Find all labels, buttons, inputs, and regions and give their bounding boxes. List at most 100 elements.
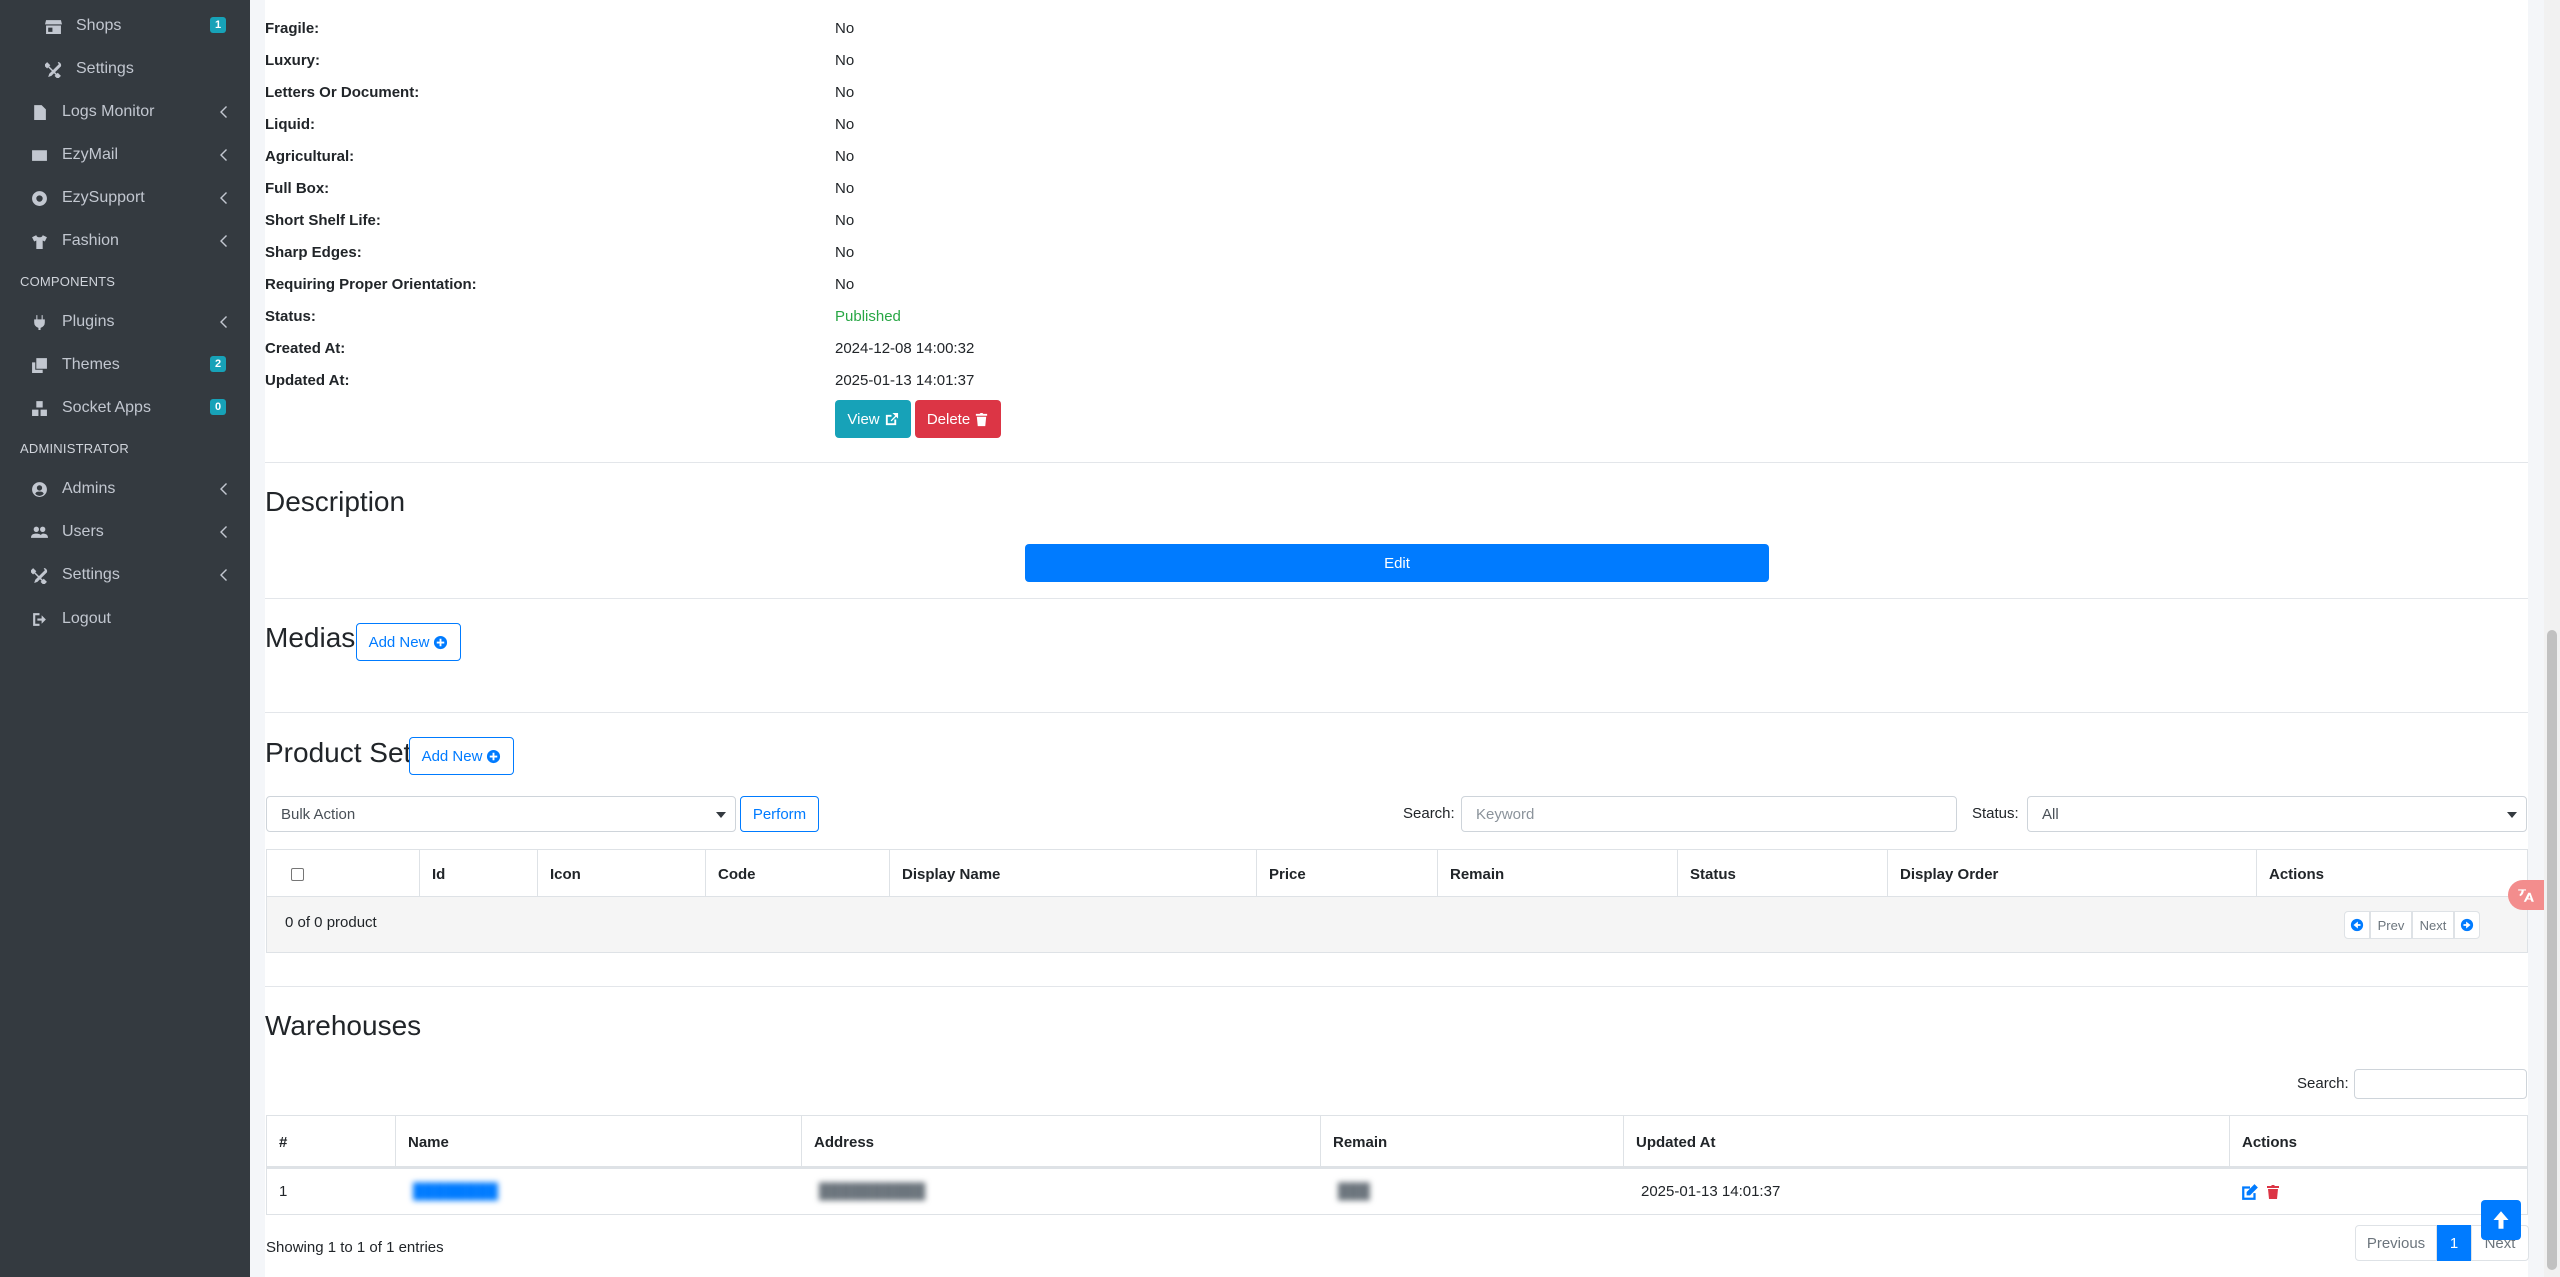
tshirt-icon [28,232,50,250]
chevron-left-icon [218,568,228,582]
column-header[interactable]: # [267,1116,395,1168]
sign-out-icon [28,610,50,628]
divider [265,598,2528,599]
warehouse-updated-at: 2025-01-13 14:01:37 [1641,1182,1781,1200]
sidebar-item-logs-monitor[interactable]: Logs Monitor [0,92,250,132]
select-all-cell [267,850,419,898]
column-header[interactable]: Actions [2229,1116,2527,1168]
sidebar-item-ezymail[interactable]: EzyMail [0,135,250,175]
chevron-left-icon [218,234,228,248]
sidebar-item-label: Logout [62,610,111,627]
back-to-top-button[interactable] [2481,1200,2521,1240]
sidebar-item-label: Settings [76,60,134,77]
nav-header-components: COMPONENTS [20,274,116,289]
nav-header-administrator: ADMINISTRATOR [20,441,130,456]
tools-icon [42,60,64,78]
column-header[interactable]: Code [705,850,889,898]
column-header[interactable]: Icon [537,850,705,898]
external-link-icon [885,412,898,425]
sidebar-item-themes[interactable]: Themes 2 [0,345,250,385]
view-button[interactable]: View [835,400,911,438]
sidebar: Shops 1 Settings Logs Monitor EzyMail Ez… [0,0,250,1277]
accessibility-widget[interactable] [2508,880,2544,910]
column-header[interactable]: Name [395,1116,801,1168]
scrollbar[interactable] [2544,0,2560,1277]
column-header[interactable]: Id [419,850,537,898]
sidebar-item-label: Users [62,523,104,540]
chevron-left-icon [218,525,228,539]
sidebar-item-fashion[interactable]: Fashion [0,221,250,261]
table-row: 1 ████████ ██████████ ███ 2025-01-13 14:… [266,1167,2528,1215]
sidebar-item-label: Shops [76,17,122,34]
sidebar-item-plugins[interactable]: Plugins [0,302,250,342]
previous-page-button[interactable]: Previous [2355,1225,2437,1261]
row-index: 1 [279,1182,288,1200]
count-badge: 2 [210,356,226,372]
sidebar-item-logout[interactable]: Logout [0,599,250,639]
file-icon [28,103,50,121]
chevron-left-icon [218,315,228,329]
column-header[interactable]: Status [1677,850,1887,898]
warehouse-search-input[interactable] [2354,1069,2527,1099]
search-label: Search: [1403,805,1455,822]
edit-description-button[interactable]: Edit [1025,544,1769,582]
sidebar-item-shops[interactable]: Shops 1 [0,6,250,46]
warehouses-title: Warehouses [265,1010,422,1041]
column-header[interactable]: Updated At [1623,1116,2229,1168]
warehouse-search-label: Search: [2297,1075,2349,1092]
plus-circle-icon [487,749,501,763]
sidebar-item-socket-apps[interactable]: Socket Apps 0 [0,388,250,428]
add-product-set-button[interactable]: Add New [409,737,514,775]
first-page-button[interactable] [2344,911,2370,939]
column-header[interactable]: Display Order [1887,850,2256,898]
warehouse-address: ██████████ [819,1182,926,1200]
sidebar-item-label: Socket Apps [62,399,151,416]
edit-icon[interactable] [2241,1183,2259,1201]
chevron-left-icon [218,148,228,162]
warehouse-remain: ███ [1338,1182,1370,1200]
add-media-button[interactable]: Add New [356,623,461,661]
trash-icon[interactable] [2265,1183,2281,1201]
sidebar-item-label: Themes [62,356,120,373]
warehouse-name-link[interactable]: ████████ [401,1169,498,1213]
plug-icon [28,313,50,331]
delete-button[interactable]: Delete [915,400,1001,438]
clone-icon [28,356,50,374]
sidebar-item-settings[interactable]: Settings [0,555,250,595]
user-circle-icon [28,480,50,498]
next-button[interactable]: Next [2412,911,2454,939]
sidebar-item-label: Admins [62,480,116,497]
column-header[interactable]: Actions [2256,850,2527,898]
column-header[interactable]: Price [1256,850,1437,898]
perform-button[interactable]: Perform [740,796,819,832]
envelope-icon [28,146,50,164]
sidebar-item-users[interactable]: Users [0,512,250,552]
warehouse-table-header: # Name Address Remain Updated At Actions [266,1115,2528,1168]
medias-title: Medias [265,622,356,653]
column-header[interactable]: Display Name [889,850,1256,898]
column-header[interactable]: Remain [1437,850,1677,898]
page-1-button[interactable]: 1 [2437,1225,2471,1261]
product-count: 0 of 0 product [285,914,377,931]
sidebar-item-ezysupport[interactable]: EzySupport [0,178,250,218]
prev-button[interactable]: Prev [2370,911,2412,939]
store-icon [42,17,64,35]
divider [265,712,2528,713]
last-page-button[interactable] [2454,911,2480,939]
tools-icon [28,566,50,584]
search-input[interactable]: Keyword [1461,796,1957,832]
arrow-up-icon [2493,1211,2509,1229]
column-header[interactable]: Address [801,1116,1320,1168]
column-header[interactable]: Remain [1320,1116,1623,1168]
users-icon [28,523,50,541]
status-select[interactable]: All [2027,796,2527,832]
chevron-down-icon [2506,808,2518,820]
count-badge: 0 [210,399,226,415]
sidebar-item-admins[interactable]: Admins [0,469,250,509]
scrollbar-thumb[interactable] [2547,630,2557,1270]
product-set-footer [266,897,2528,953]
arrow-circle-right-icon [2460,918,2474,932]
bulk-action-select[interactable]: Bulk Action [266,796,736,832]
sidebar-item-shop-settings[interactable]: Settings [0,49,250,89]
select-all-checkbox[interactable] [291,867,304,881]
